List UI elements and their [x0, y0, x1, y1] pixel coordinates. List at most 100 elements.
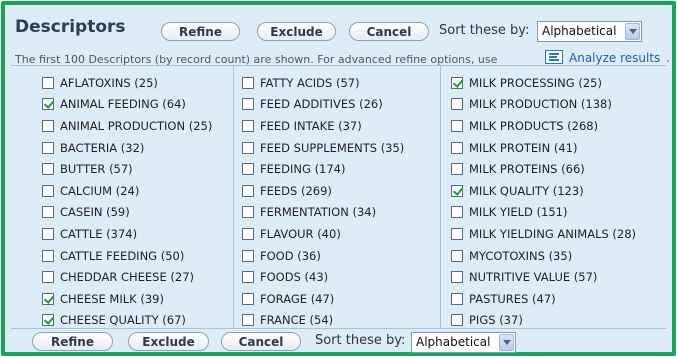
descriptor-item[interactable]: FATTY ACIDS (57) [242, 72, 360, 94]
checkbox-icon[interactable] [242, 206, 254, 219]
checkbox-checked-icon[interactable] [42, 314, 54, 327]
checkbox-icon[interactable] [242, 271, 254, 284]
descriptor-item[interactable]: MILK YIELDING ANIMALS (28) [451, 223, 636, 245]
descriptor-label[interactable]: MILK PRODUCTION (138) [469, 97, 612, 111]
descriptor-label[interactable]: FEED INTAKE (37) [260, 119, 362, 133]
checkbox-icon[interactable] [242, 292, 254, 305]
descriptor-item[interactable]: CATTLE (374) [42, 223, 137, 245]
checkbox-icon[interactable] [451, 206, 463, 219]
descriptor-label[interactable]: PIGS (37) [469, 313, 523, 327]
descriptor-item[interactable]: FLAVOUR (40) [242, 223, 341, 245]
descriptor-label[interactable]: FOOD (36) [260, 249, 321, 263]
checkbox-icon[interactable] [42, 271, 54, 284]
descriptor-label[interactable]: AFLATOXINS (25) [60, 76, 158, 90]
checkbox-icon[interactable] [451, 227, 463, 240]
checkbox-checked-icon[interactable] [42, 98, 54, 111]
descriptor-item[interactable]: ANIMAL FEEDING (64) [42, 94, 186, 116]
checkbox-icon[interactable] [451, 314, 463, 327]
descriptor-item[interactable]: BACTERIA (32) [42, 137, 144, 159]
descriptor-item[interactable]: ANIMAL PRODUCTION (25) [42, 115, 212, 137]
descriptor-item[interactable]: FEED INTAKE (37) [242, 115, 362, 137]
checkbox-icon[interactable] [451, 292, 463, 305]
descriptor-item[interactable]: BUTTER (57) [42, 158, 133, 180]
checkbox-icon[interactable] [242, 314, 254, 327]
descriptor-item[interactable]: FERMENTATION (34) [242, 202, 376, 224]
checkbox-checked-icon[interactable] [451, 76, 463, 89]
analyze-results-link[interactable]: Analyze results [569, 51, 660, 65]
descriptor-item[interactable]: FEED ADDITIVES (26) [242, 94, 383, 116]
descriptor-item[interactable]: MILK PRODUCTS (268) [451, 115, 598, 137]
descriptor-label[interactable]: ANIMAL PRODUCTION (25) [60, 119, 212, 133]
descriptor-item[interactable]: PIGS (37) [451, 310, 523, 332]
descriptor-item[interactable]: MILK PROCESSING (25) [451, 72, 602, 94]
chevron-down-icon[interactable] [499, 334, 514, 351]
descriptor-label[interactable]: MILK YIELD (151) [469, 205, 567, 219]
descriptor-label[interactable]: FLAVOUR (40) [260, 227, 341, 241]
descriptor-label[interactable]: PASTURES (47) [469, 292, 556, 306]
descriptor-label[interactable]: FEED SUPPLEMENTS (35) [260, 141, 404, 155]
descriptor-item[interactable]: MILK PRODUCTION (138) [451, 94, 612, 116]
chevron-down-icon[interactable] [625, 23, 640, 40]
descriptor-item[interactable]: FORAGE (47) [242, 288, 334, 310]
sort-select[interactable]: Alphabetical [537, 21, 642, 42]
descriptor-label[interactable]: CATTLE FEEDING (50) [60, 249, 184, 263]
checkbox-icon[interactable] [42, 227, 54, 240]
checkbox-checked-icon[interactable] [42, 292, 54, 305]
descriptor-label[interactable]: CATTLE (374) [60, 227, 137, 241]
descriptor-label[interactable]: MILK PRODUCTS (268) [469, 119, 598, 133]
descriptor-label[interactable]: FEEDING (174) [260, 162, 346, 176]
checkbox-icon[interactable] [42, 119, 54, 132]
descriptor-label[interactable]: MILK QUALITY (123) [469, 184, 584, 198]
footer-refine-button[interactable]: Refine [32, 332, 113, 351]
checkbox-icon[interactable] [451, 119, 463, 132]
descriptor-item[interactable]: FEED SUPPLEMENTS (35) [242, 137, 404, 159]
checkbox-icon[interactable] [42, 206, 54, 219]
checkbox-icon[interactable] [242, 119, 254, 132]
descriptor-item[interactable]: MILK QUALITY (123) [451, 180, 584, 202]
footer-exclude-button[interactable]: Exclude [128, 332, 209, 351]
checkbox-icon[interactable] [242, 76, 254, 89]
descriptor-label[interactable]: FORAGE (47) [260, 292, 334, 306]
exclude-button[interactable]: Exclude [257, 22, 336, 41]
checkbox-icon[interactable] [42, 249, 54, 262]
descriptor-label[interactable]: FEEDS (269) [260, 184, 332, 198]
checkbox-icon[interactable] [42, 141, 54, 154]
checkbox-checked-icon[interactable] [451, 184, 463, 197]
descriptor-label[interactable]: FATTY ACIDS (57) [260, 76, 360, 90]
descriptor-item[interactable]: FRANCE (54) [242, 310, 333, 332]
descriptor-label[interactable]: FEED ADDITIVES (26) [260, 97, 383, 111]
descriptor-label[interactable]: MILK PROTEIN (41) [469, 141, 577, 155]
footer-cancel-button[interactable]: Cancel [221, 332, 301, 351]
descriptor-label[interactable]: MILK PROTEINS (66) [469, 162, 585, 176]
checkbox-icon[interactable] [242, 249, 254, 262]
descriptor-label[interactable]: BUTTER (57) [60, 162, 133, 176]
descriptor-item[interactable]: CALCIUM (24) [42, 180, 139, 202]
descriptor-label[interactable]: FERMENTATION (34) [260, 205, 376, 219]
descriptor-label[interactable]: NUTRITIVE VALUE (57) [469, 270, 597, 284]
descriptor-item[interactable]: CHEESE QUALITY (67) [42, 310, 186, 332]
list-lines-icon[interactable] [545, 50, 563, 64]
checkbox-icon[interactable] [42, 163, 54, 176]
descriptor-item[interactable]: CHEESE MILK (39) [42, 288, 164, 310]
descriptor-label[interactable]: CHEDDAR CHEESE (27) [60, 270, 194, 284]
descriptor-item[interactable]: CASEIN (59) [42, 202, 130, 224]
descriptor-item[interactable]: FEEDS (269) [242, 180, 332, 202]
checkbox-icon[interactable] [451, 98, 463, 111]
descriptor-item[interactable]: MILK YIELD (151) [451, 202, 567, 224]
checkbox-icon[interactable] [451, 271, 463, 284]
descriptor-item[interactable]: MYCOTOXINS (35) [451, 245, 572, 267]
descriptor-label[interactable]: CASEIN (59) [60, 205, 130, 219]
descriptor-item[interactable]: MILK PROTEIN (41) [451, 137, 577, 159]
cancel-button[interactable]: Cancel [349, 22, 429, 41]
checkbox-icon[interactable] [42, 184, 54, 197]
descriptor-item[interactable]: FOODS (43) [242, 266, 328, 288]
descriptor-label[interactable]: CHEESE QUALITY (67) [60, 313, 186, 327]
checkbox-icon[interactable] [242, 227, 254, 240]
footer-sort-select[interactable]: Alphabetical [411, 332, 516, 353]
checkbox-icon[interactable] [451, 141, 463, 154]
checkbox-icon[interactable] [242, 163, 254, 176]
refine-button[interactable]: Refine [161, 22, 240, 41]
descriptor-item[interactable]: CHEDDAR CHEESE (27) [42, 266, 194, 288]
descriptor-label[interactable]: ANIMAL FEEDING (64) [60, 97, 186, 111]
descriptor-item[interactable]: CATTLE FEEDING (50) [42, 245, 184, 267]
